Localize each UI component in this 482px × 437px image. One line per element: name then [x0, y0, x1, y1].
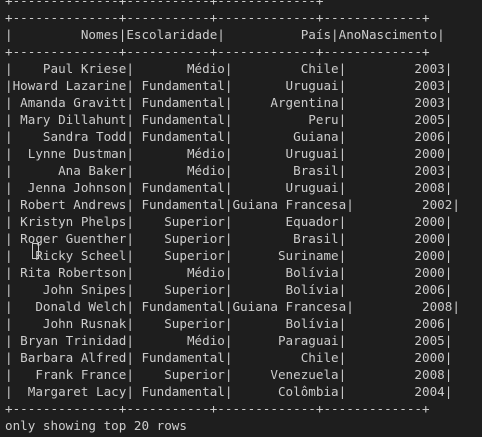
- table-row: | Mary Dillahunt| Fundamental| Peru| 200…: [5, 112, 453, 127]
- table-border-top-partial: +--------------+-----------+------------…: [5, 0, 324, 8]
- terminal-output[interactable]: +--------------+-----------+------------…: [0, 0, 482, 437]
- table-row: | Amanda Gravitt| Fundamental| Argentina…: [5, 95, 453, 110]
- table-row: | Rita Robertson| Médio| Bolívia| 2000|: [5, 265, 453, 280]
- table-row: | Barbara Alfred| Fundamental| Chile| 20…: [5, 350, 453, 365]
- table-row: | Donald Welch| Fundamental|Guiana Franc…: [5, 299, 460, 314]
- table-row: | Ana Baker| Médio| Brasil| 2003|: [5, 163, 453, 178]
- table-row: | Sandra Todd| Fundamental| Guiana| 2006…: [5, 129, 453, 144]
- table-row: |Howard Lazarine| Fundamental| Uruguai| …: [5, 78, 453, 93]
- table-row: | Paul Kriese| Médio| Chile| 2003|: [5, 61, 453, 76]
- text-cursor: [32, 243, 39, 259]
- table-row: | Kristyn Phelps| Superior| Equador| 200…: [5, 214, 453, 229]
- table-row: | Roger Guenther| Superior| Brasil| 2000…: [5, 231, 453, 246]
- table-border-header: +--------------+-----------+------------…: [5, 44, 430, 59]
- table-row: | Frank France| Superior| Venezuela| 200…: [5, 367, 453, 382]
- table-row: | Bryan Trinidad| Médio| Paraguai| 2005|: [5, 333, 453, 348]
- table-header-row: | Nomes|Escolaridade| País|AnoNascimento…: [5, 27, 445, 42]
- table-output: +--------------+-----------+------------…: [5, 0, 460, 434]
- table-row: | Ricky Scheel| Superior| Suriname| 2000…: [5, 248, 453, 263]
- table-row: | Jenna Johnson| Fundamental| Uruguai| 2…: [5, 180, 453, 195]
- table-row: | John Snipes| Superior| Bolívia| 2006|: [5, 282, 453, 297]
- table-border-bottom: +--------------+-----------+------------…: [5, 401, 430, 416]
- table-row: | Margaret Lacy| Fundamental| Colômbia| …: [5, 384, 453, 399]
- table-row: | John Rusnak| Superior| Bolívia| 2006|: [5, 316, 453, 331]
- table-row: | Robert Andrews| Fundamental|Guiana Fra…: [5, 197, 460, 212]
- footer-message: only showing top 20 rows: [5, 418, 187, 433]
- table-row: | Lynne Dustman| Médio| Uruguai| 2000|: [5, 146, 453, 161]
- table-border-top: +--------------+-----------+------------…: [5, 10, 430, 25]
